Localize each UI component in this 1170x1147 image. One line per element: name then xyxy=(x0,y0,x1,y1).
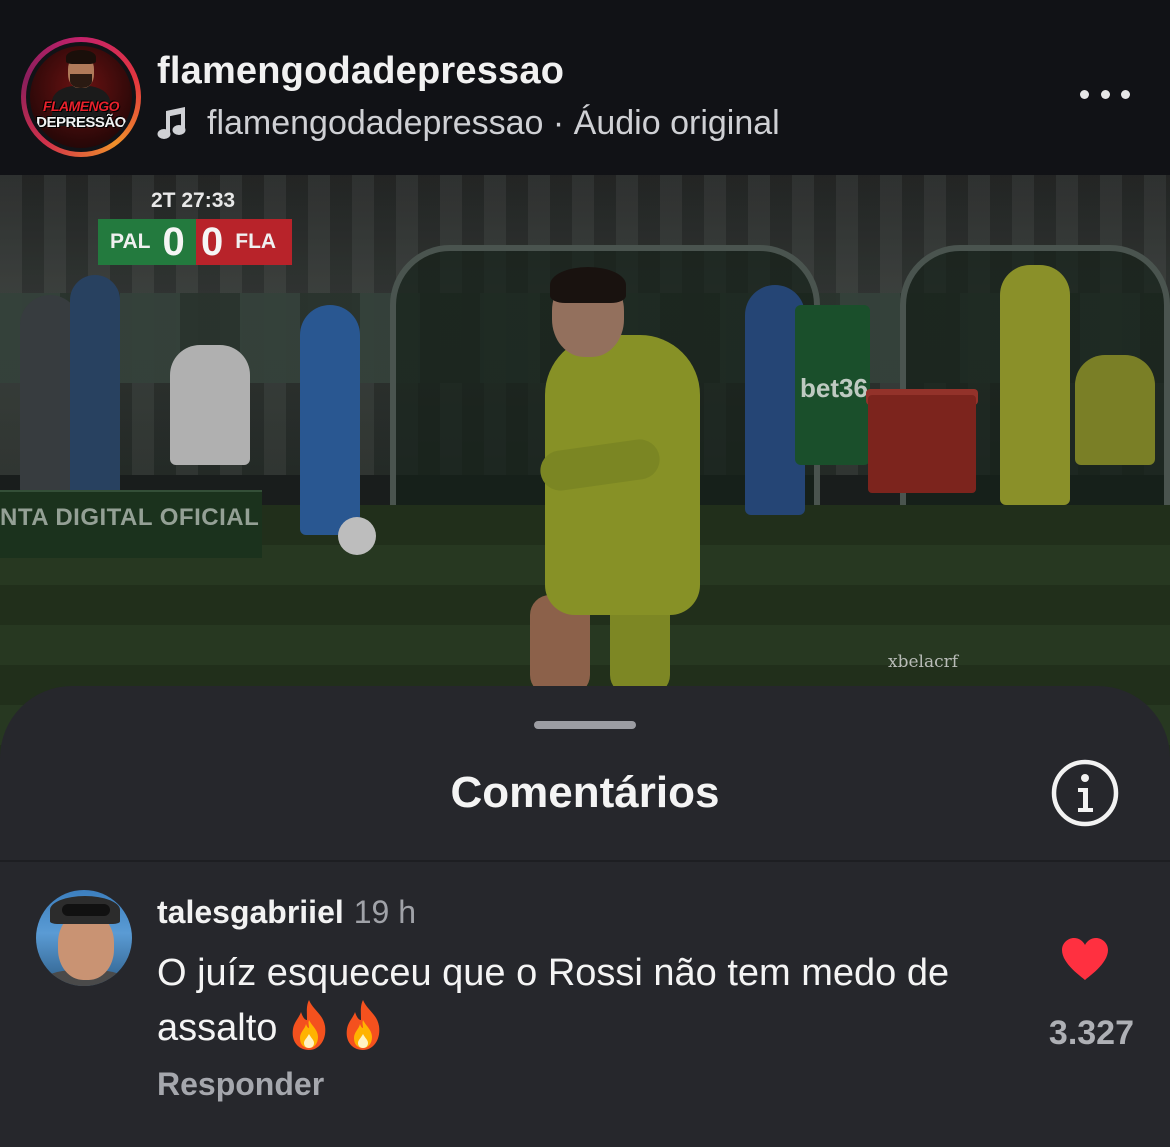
divider xyxy=(0,860,1170,862)
away-team-block: 0 FLA xyxy=(196,219,292,265)
home-team-block: PAL 0 xyxy=(98,219,196,265)
comment-timestamp: 19 h xyxy=(353,894,417,930)
comment-body: O juíz esqueceu que o Rossi não tem medo… xyxy=(157,948,1017,1053)
reply-button[interactable]: Responder xyxy=(157,1066,324,1103)
away-score: 0 xyxy=(201,219,224,264)
reel-header: FLAMENGO DEPRESSÃO flamengodadepressao f… xyxy=(0,0,1170,175)
heart-icon[interactable] xyxy=(1060,936,1110,982)
home-score: 0 xyxy=(162,219,185,264)
video-watermark: xbelacrf xyxy=(888,652,959,672)
match-clock: 2T 27:33 xyxy=(151,189,236,212)
avatar-image: FLAMENGO DEPRESSÃO xyxy=(30,46,132,148)
music-note-icon xyxy=(157,107,186,139)
commenter-avatar[interactable] xyxy=(36,890,132,986)
away-team: FLA xyxy=(235,230,277,253)
like-count: 3.327 xyxy=(1048,1014,1134,1052)
avatar-logo-text-bottom: DEPRESSÃO xyxy=(36,114,126,131)
comment-username[interactable]: talesgabriiel xyxy=(157,894,344,930)
fire-icon xyxy=(293,1000,326,1050)
home-team: PAL xyxy=(110,230,151,253)
info-icon[interactable] xyxy=(1050,758,1120,828)
profile-avatar[interactable]: FLAMENGO DEPRESSÃO xyxy=(21,37,141,157)
comment-text: O juíz esqueceu que o Rossi não tem medo… xyxy=(157,952,950,1049)
audio-label: flamengodadepressao · Áudio original xyxy=(207,103,780,142)
account-username[interactable]: flamengodadepressao xyxy=(157,50,564,93)
audio-link[interactable]: flamengodadepressao · Áudio original xyxy=(157,103,780,143)
comments-sheet: Comentários talesgabriiel 19 h O juíz esq… xyxy=(0,686,1170,1147)
avatar-logo-text-top: FLAMENGO xyxy=(42,98,120,114)
fire-icon xyxy=(347,1000,380,1050)
more-options-icon[interactable] xyxy=(1080,84,1130,104)
sheet-drag-handle[interactable] xyxy=(534,721,636,729)
sheet-title: Comentários xyxy=(450,768,720,817)
comment-header: talesgabriiel 19 h xyxy=(157,894,416,931)
